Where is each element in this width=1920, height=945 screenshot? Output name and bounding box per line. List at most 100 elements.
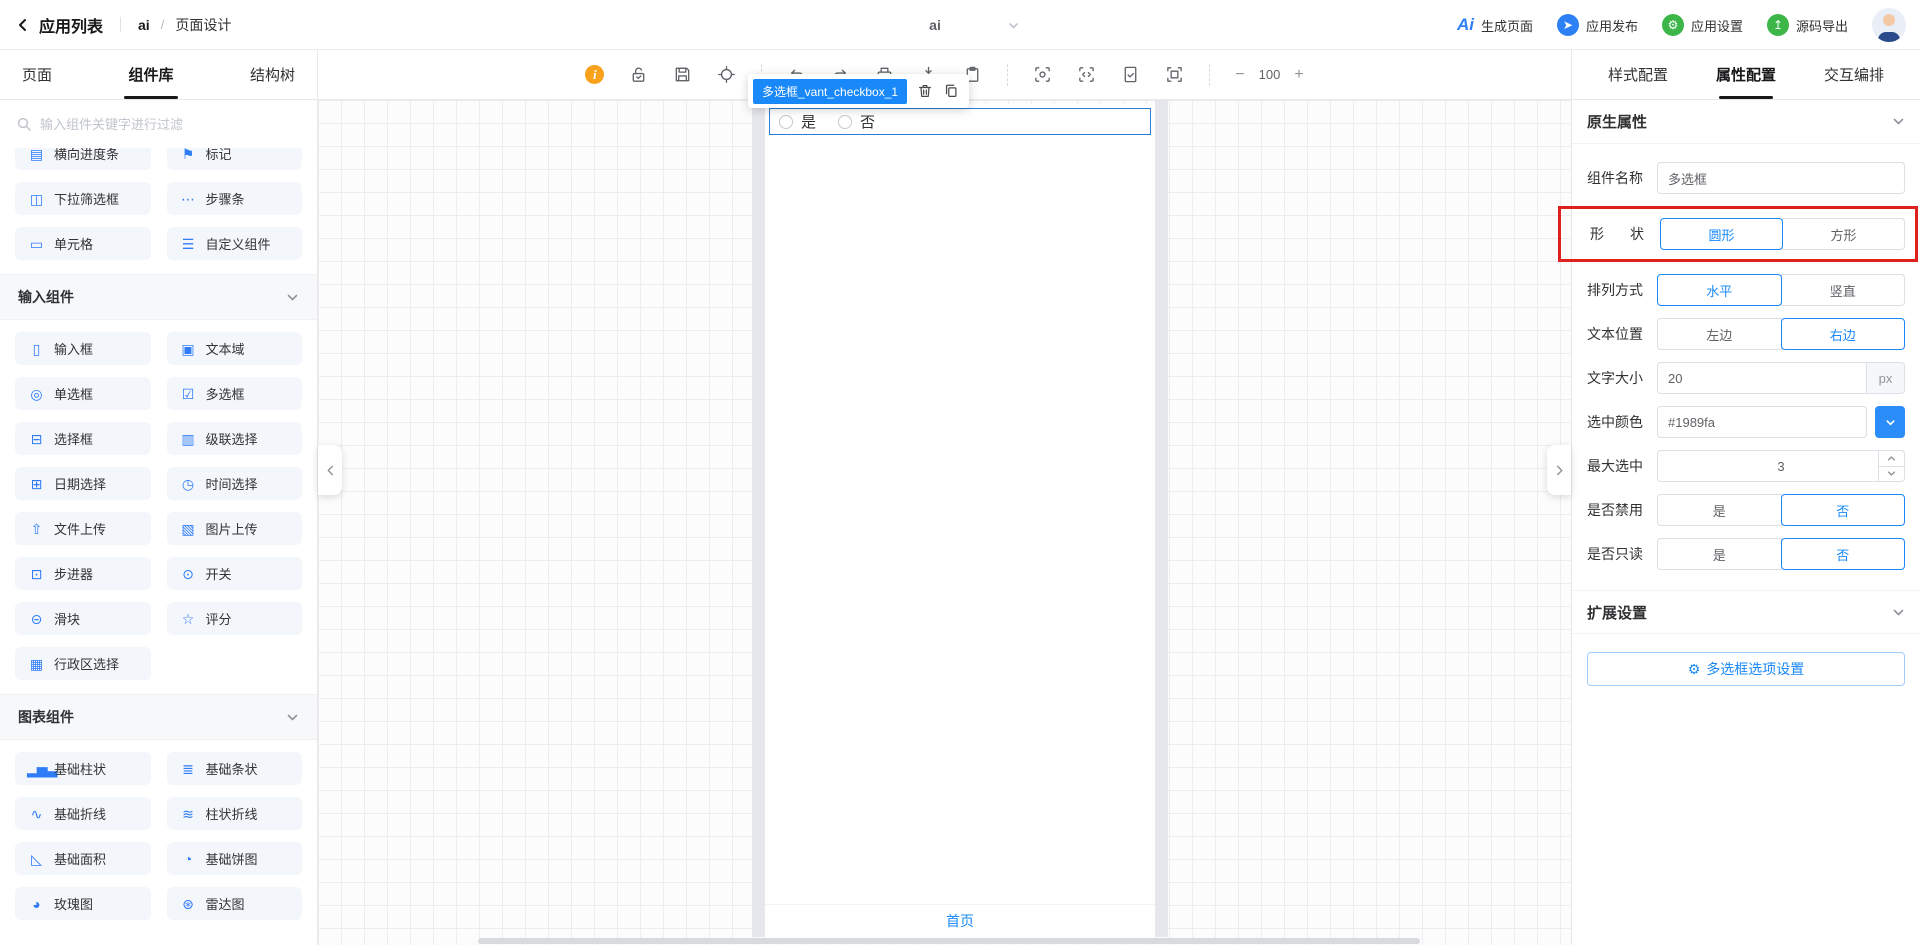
tab-interaction-config[interactable]: 交互编排 xyxy=(1824,50,1884,99)
component-item-file-upload[interactable]: ⇧文件上传 xyxy=(15,512,151,545)
component-item-textarea[interactable]: ▣文本域 xyxy=(167,332,303,365)
breadcrumb-app[interactable]: ai xyxy=(138,17,150,33)
text-position-option-right[interactable]: 右边 xyxy=(1781,318,1906,350)
component-item-line-chart[interactable]: ∿基础折线 xyxy=(15,797,151,830)
back-button[interactable]: 应用列表 xyxy=(39,13,103,37)
font-size-input[interactable]: 20 px xyxy=(1657,362,1905,394)
tab-pages[interactable]: 页面 xyxy=(22,50,52,99)
component-item-bar-chart[interactable]: ▂▅▃基础柱状 xyxy=(15,752,151,785)
field-arrangement: 排列方式 水平 竖直 xyxy=(1587,274,1905,306)
preview-icon[interactable] xyxy=(1033,65,1052,84)
shape-option-square[interactable]: 方形 xyxy=(1782,218,1905,250)
disabled-option-yes[interactable]: 是 xyxy=(1657,494,1782,526)
code-export-icon: ↥ xyxy=(1767,14,1789,36)
save-icon[interactable] xyxy=(673,65,692,84)
search-input[interactable] xyxy=(40,117,300,132)
collapse-inspector-handle[interactable] xyxy=(1547,445,1571,495)
component-item-image-upload[interactable]: ▧图片上传 xyxy=(167,512,303,545)
topbar: 应用列表 ai / 页面设计 ai Ai 生成页面 ➤ 应用发布 ⚙ 应用设置 … xyxy=(0,0,1920,50)
extended-settings-header[interactable]: 扩展设置 xyxy=(1572,590,1920,634)
generate-page-button[interactable]: Ai 生成页面 xyxy=(1457,15,1533,35)
max-checked-input[interactable]: 3 xyxy=(1657,450,1905,482)
checked-color-input[interactable]: #1989fa xyxy=(1657,406,1867,438)
arrangement-option-vertical[interactable]: 竖直 xyxy=(1781,274,1906,306)
color-picker-button[interactable] xyxy=(1875,406,1905,438)
component-item-time-picker[interactable]: ◷时间选择 xyxy=(167,467,303,500)
checkbox-option[interactable]: 否 xyxy=(838,111,875,132)
component-item-pie-chart[interactable]: ◔基础饼图 xyxy=(167,842,303,875)
back-chevron-icon[interactable] xyxy=(16,18,30,32)
component-item-bar-line-chart[interactable]: ≋柱状折线 xyxy=(167,797,303,830)
component-item-date-picker[interactable]: ⊞日期选择 xyxy=(15,467,151,500)
component-item-cascader[interactable]: ▥级联选择 xyxy=(167,422,303,455)
checkbox-options-settings-button[interactable]: ⚙ 多选框选项设置 xyxy=(1587,652,1905,686)
app-publish-button[interactable]: ➤ 应用发布 xyxy=(1557,14,1638,36)
component-item-rating[interactable]: ☆评分 xyxy=(167,602,303,635)
component-item-checkbox[interactable]: ☑多选框 xyxy=(167,377,303,410)
section-header-chart-components[interactable]: 图表组件 xyxy=(0,694,317,740)
field-text-position: 文本位置 左边 右边 xyxy=(1587,318,1905,350)
zoom-out-button[interactable]: − xyxy=(1235,67,1244,83)
arrangement-option-horizontal[interactable]: 水平 xyxy=(1657,274,1782,306)
collapse-sidebar-handle[interactable] xyxy=(318,445,342,495)
zoom-in-button[interactable]: + xyxy=(1294,67,1303,83)
tab-component-library[interactable]: 组件库 xyxy=(128,50,173,99)
component-item-tag[interactable]: ⚑标记 xyxy=(167,148,303,170)
component-item-radio[interactable]: ◎单选框 xyxy=(15,377,151,410)
component-item-hbar-chart[interactable]: ≣基础条状 xyxy=(167,752,303,785)
copy-icon[interactable] xyxy=(943,83,959,99)
chevron-down-icon xyxy=(286,291,299,304)
shape-option-round[interactable]: 圆形 xyxy=(1660,218,1783,250)
component-item-select[interactable]: ⊟选择框 xyxy=(15,422,151,455)
readonly-option-no[interactable]: 否 xyxy=(1781,538,1906,570)
readonly-option-yes[interactable]: 是 xyxy=(1657,538,1782,570)
selected-checkbox-component[interactable]: 是 否 xyxy=(769,108,1151,135)
component-item-progress-bar[interactable]: ▤横向进度条 xyxy=(15,148,151,170)
component-item-switch[interactable]: ⊙开关 xyxy=(167,557,303,590)
component-item-steps[interactable]: ⋯步骤条 xyxy=(167,182,303,215)
component-item-rose-chart[interactable]: ◕玫瑰图 xyxy=(15,887,151,920)
text-position-option-left[interactable]: 左边 xyxy=(1657,318,1782,350)
app-settings-button[interactable]: ⚙ 应用设置 xyxy=(1662,14,1743,36)
tab-property-config[interactable]: 属性配置 xyxy=(1716,50,1776,99)
chevron-down-icon xyxy=(1885,417,1896,428)
doc-check-icon[interactable] xyxy=(1121,65,1140,84)
component-name-input[interactable]: 多选框 xyxy=(1657,162,1905,194)
component-item-input[interactable]: ▯输入框 xyxy=(15,332,151,365)
component-item-dropdown-filter[interactable]: ◫下拉筛选框 xyxy=(15,182,151,215)
horizontal-scrollbar[interactable] xyxy=(478,938,1420,944)
zoom-controls: − 100 + xyxy=(1235,67,1303,83)
readonly-segmented-control: 是 否 xyxy=(1657,538,1905,570)
page-selector[interactable]: ai xyxy=(850,0,1020,50)
disabled-option-no[interactable]: 否 xyxy=(1781,494,1906,526)
info-icon[interactable]: i xyxy=(585,65,604,84)
dropdown-filter-icon: ◫ xyxy=(27,192,45,206)
phone-preview[interactable]: 是 否 首页 xyxy=(765,104,1155,937)
checkbox-option[interactable]: 是 xyxy=(779,111,816,132)
native-properties-header[interactable]: 原生属性 xyxy=(1572,100,1920,144)
stepper-up-button[interactable] xyxy=(1879,451,1904,466)
target-icon[interactable] xyxy=(717,65,736,84)
component-item-area-chart[interactable]: ◺基础面积 xyxy=(15,842,151,875)
component-item-radar-chart[interactable]: ⊛雷达图 xyxy=(167,887,303,920)
code-export-button[interactable]: ↥ 源码导出 xyxy=(1767,14,1848,36)
breadcrumb: 应用列表 ai / 页面设计 xyxy=(0,13,231,37)
stepper-down-button[interactable] xyxy=(1879,466,1904,482)
tab-style-config[interactable]: 样式配置 xyxy=(1608,50,1668,99)
component-item-slider[interactable]: ⊝滑块 xyxy=(15,602,151,635)
component-item-cell[interactable]: ▭单元格 xyxy=(15,227,151,260)
section-header-input-components[interactable]: 输入组件 xyxy=(0,274,317,320)
tabbar-home[interactable]: 首页 xyxy=(946,911,974,931)
code-preview-icon[interactable] xyxy=(1077,65,1096,84)
progress-bar-icon: ▤ xyxy=(27,148,45,161)
component-item-stepper[interactable]: ⊡步进器 xyxy=(15,557,151,590)
tab-structure-tree[interactable]: 结构树 xyxy=(250,50,295,99)
frame-icon[interactable] xyxy=(1165,65,1184,84)
design-canvas[interactable]: 是 否 首页 多选框_vant_checkbox_1 xyxy=(318,100,1571,945)
delete-icon[interactable] xyxy=(917,83,933,99)
unlock-icon[interactable] xyxy=(629,65,648,84)
avatar[interactable] xyxy=(1872,8,1906,42)
component-item-custom-component[interactable]: ☰自定义组件 xyxy=(167,227,303,260)
field-readonly: 是否只读 是 否 xyxy=(1587,538,1905,570)
component-item-district-picker[interactable]: ▦行政区选择 xyxy=(15,647,151,680)
